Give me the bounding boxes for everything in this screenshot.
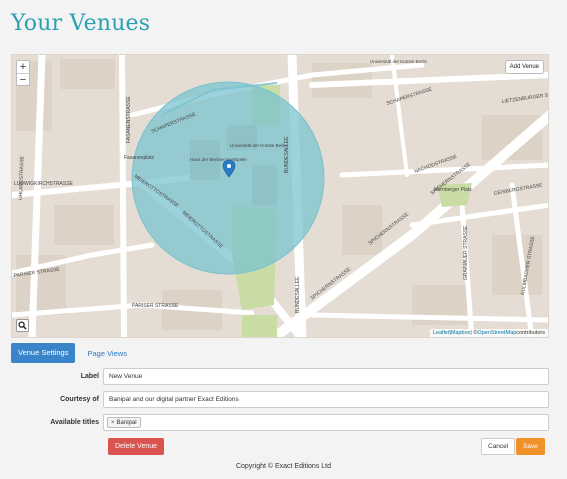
label-row: Label New Venue: [11, 368, 549, 385]
zoom-out-button[interactable]: −: [17, 73, 29, 86]
tab-page-views[interactable]: Page Views: [87, 349, 126, 358]
mapbox-link[interactable]: Mapbox: [451, 330, 471, 336]
title-tag: × Banipal: [107, 417, 141, 428]
titles-field-label: Available titles: [50, 419, 99, 426]
place-label-fasanenplatz: Fasanenplatz: [124, 155, 155, 161]
label-input[interactable]: New Venue: [103, 368, 549, 385]
place-label-universitaet-top: Universität der Künste Berlin: [370, 59, 428, 64]
street-label-ludwigkirchstrasse: LUDWIGKIRCHSTRASSE: [14, 181, 74, 187]
page-title: Your Venues: [11, 11, 151, 36]
search-icon: [18, 321, 27, 330]
venue-tabs: Venue Settings Page Views: [11, 343, 127, 363]
street-label-bundesallee-top: BUNDESALLEE: [284, 136, 290, 173]
leaflet-link[interactable]: Leaflet: [433, 330, 450, 336]
tab-venue-settings[interactable]: Venue Settings: [11, 343, 76, 363]
street-label-grainauer: GRAINAUER STRASSE: [463, 225, 469, 280]
add-venue-button[interactable]: Add Venue: [504, 60, 544, 74]
zoom-control: + −: [16, 60, 30, 86]
street-label-pariser-right: PARISER STRASSE: [132, 303, 179, 309]
venue-map[interactable]: UHLANDSTRASSE FASANENSTRASSE SCHAPERSTRA…: [11, 54, 549, 338]
cancel-button[interactable]: Cancel: [481, 438, 516, 455]
delete-venue-button[interactable]: Delete Venue: [108, 438, 165, 455]
courtesy-row: Courtesy of Banipal and our digital part…: [11, 391, 549, 408]
street-label-fasanenstrasse: FASANENSTRASSE: [126, 96, 132, 143]
map-attribution: Leaflet | Mapbox | © OpenStreetMap contr…: [429, 329, 548, 337]
map-tiles: UHLANDSTRASSE FASANENSTRASSE SCHAPERSTRA…: [12, 55, 548, 337]
attribution-contributors: contributors: [516, 330, 545, 336]
titles-row: Available titles × Banipal: [11, 414, 549, 431]
titles-input[interactable]: × Banipal: [103, 414, 549, 431]
zoom-in-button[interactable]: +: [17, 61, 29, 73]
openstreetmap-link[interactable]: OpenStreetMap: [477, 330, 516, 336]
courtesy-input[interactable]: Banipal and our digital partner Exact Ed…: [103, 391, 549, 408]
attribution-separator: | ©: [470, 330, 478, 336]
footer-copyright: Copyright © Exact Editions Ltd: [235, 463, 332, 470]
place-label-nurnberger-platz: Nürnberger Platz: [434, 187, 472, 193]
save-button[interactable]: Save: [516, 438, 545, 455]
map-search-button[interactable]: [16, 319, 29, 332]
remove-tag-icon[interactable]: ×: [111, 420, 115, 426]
courtesy-field-label: Courtesy of: [60, 396, 99, 403]
place-label-universitaet: Universität der Künste Berlin: [230, 143, 288, 148]
title-tag-label: Banipal: [116, 420, 137, 426]
place-label-haus-berliner: Haus der Berliner Festspiele: [190, 157, 247, 162]
street-label-bundesallee-bottom: BUNDESALLEE: [295, 276, 301, 313]
label-field-label: Label: [80, 373, 99, 380]
